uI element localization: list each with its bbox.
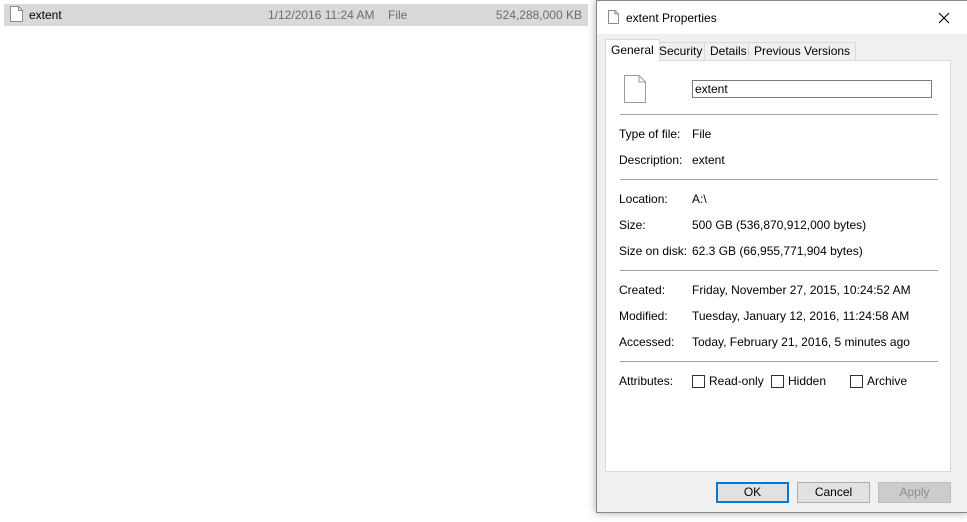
checkbox-box[interactable] (771, 374, 784, 388)
cancel-button[interactable]: Cancel (797, 482, 870, 503)
read-only-label: Read-only (709, 374, 764, 388)
file-name-input[interactable] (692, 80, 932, 98)
description-label: Description: (619, 153, 683, 167)
size-value: 500 GB (536,870,912,000 bytes) (692, 218, 867, 232)
archive-label: Archive (867, 374, 908, 388)
dialog-title: extent Properties (626, 11, 717, 25)
file-icon (608, 10, 619, 24)
properties-dialog: extent Properties General Security Detai… (596, 0, 967, 513)
ok-button[interactable]: OK (716, 482, 789, 503)
close-icon (938, 12, 950, 23)
accessed-value: Today, February 21, 2016, 5 minutes ago (692, 335, 910, 349)
file-icon (624, 75, 646, 103)
hidden-label: Hidden (788, 374, 827, 388)
accessed-label: Accessed: (619, 335, 675, 349)
location-label: Location: (619, 192, 668, 206)
type-label: Type of file: (619, 127, 681, 141)
divider (620, 114, 938, 115)
close-button[interactable] (921, 1, 967, 34)
divider (620, 361, 938, 362)
apply-button[interactable]: Apply (878, 482, 951, 503)
file-name: extent (29, 8, 62, 22)
attributes-label: Attributes: (619, 374, 674, 388)
modified-value: Tuesday, January 12, 2016, 11:24:58 AM (692, 309, 910, 323)
modified-label: Modified: (619, 309, 668, 323)
tab-details[interactable]: Details (704, 42, 753, 60)
archive-checkbox[interactable]: Archive (850, 374, 907, 388)
file-date-modified: 1/12/2016 11:24 AM (268, 8, 375, 22)
type-value: File (692, 127, 712, 141)
checkbox-box[interactable] (850, 374, 863, 388)
checkbox-box[interactable] (692, 374, 705, 388)
read-only-checkbox[interactable]: Read-only (692, 374, 764, 388)
general-panel: Type of file: File Description: extent L… (605, 60, 951, 472)
dialog-titlebar[interactable]: extent Properties (597, 1, 967, 34)
tab-general[interactable]: General (605, 39, 660, 61)
file-size: 524,288,000 KB (495, 8, 582, 22)
size-label: Size: (619, 218, 646, 232)
size-on-disk-value: 62.3 GB (66,955,771,904 bytes) (692, 244, 863, 258)
location-value: A:\ (692, 192, 707, 206)
tab-security[interactable]: Security (653, 42, 709, 60)
file-icon (10, 6, 23, 22)
size-on-disk-label: Size on disk: (619, 244, 688, 258)
description-value: extent (692, 153, 725, 167)
created-label: Created: (619, 283, 666, 297)
tab-previous-versions[interactable]: Previous Versions (748, 42, 857, 60)
created-value: Friday, November 27, 2015, 10:24:52 AM (692, 283, 911, 297)
divider (620, 270, 938, 271)
file-type: File (388, 8, 408, 22)
divider (620, 179, 938, 180)
hidden-checkbox[interactable]: Hidden (771, 374, 826, 388)
file-list-row[interactable]: extent 1/12/2016 11:24 AM File 524,288,0… (4, 4, 588, 26)
